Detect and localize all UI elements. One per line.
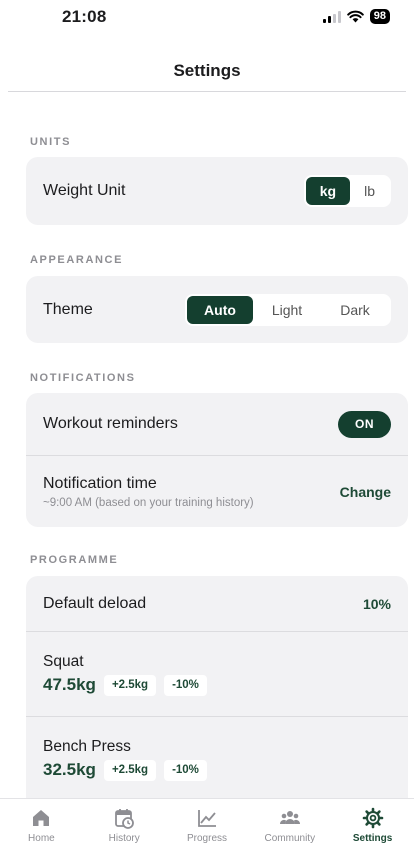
programme-card: Default deload 10% Squat 47.5kg +2.5kg -…	[26, 576, 408, 816]
exercise-name: Bench Press	[43, 737, 131, 755]
people-icon	[279, 811, 300, 824]
tab-label-progress: Progress	[186, 833, 227, 844]
header-divider	[8, 91, 406, 92]
gear-icon	[362, 807, 383, 829]
exercise-details: 32.5kg +2.5kg -10%	[43, 759, 207, 781]
tab-label-history: History	[108, 833, 140, 844]
default-deload-value: 10%	[362, 595, 391, 612]
section-label-programme: PROGRAMME	[30, 554, 119, 566]
status-bar: 21:08 98	[0, 0, 414, 44]
chart-line-icon	[198, 810, 216, 827]
theme-option-dark[interactable]: Dark	[321, 296, 389, 324]
exercise-weight: 47.5kg	[43, 675, 96, 694]
cellular-signal-icon	[322, 10, 341, 23]
default-deload-row[interactable]: Default deload 10%	[26, 576, 408, 631]
notification-time-subtitle: ~9:00 AM (based on your training history…	[43, 496, 254, 509]
section-label-appearance: APPEARANCE	[30, 254, 124, 266]
deload-chip[interactable]: -10%	[164, 674, 207, 696]
weight-unit-row: Weight Unit kg lb	[26, 157, 408, 225]
increment-chip[interactable]: +2.5kg	[103, 674, 157, 696]
theme-label: Theme	[43, 300, 93, 318]
workout-reminders-toggle[interactable]: ON	[338, 410, 391, 438]
tab-home[interactable]: Home	[0, 799, 83, 849]
exercise-row-bench-press[interactable]: Bench Press 32.5kg +2.5kg -10%	[26, 716, 408, 801]
notification-time-label: Notification time	[43, 474, 157, 492]
notification-time-text: Notification time ~9:00 AM (based on you…	[43, 475, 254, 509]
home-icon	[33, 810, 50, 826]
exercise-row-squat[interactable]: Squat 47.5kg +2.5kg -10%	[26, 631, 408, 716]
tab-label-community: Community	[264, 833, 316, 844]
tab-label-settings: Settings	[352, 833, 393, 844]
change-notification-time-button[interactable]: Change	[340, 484, 391, 500]
exercise-name: Squat	[43, 652, 84, 670]
increment-chip[interactable]: +2.5kg	[103, 759, 157, 781]
weight-unit-selector: kg lb	[303, 175, 391, 207]
tab-community[interactable]: Community	[248, 799, 331, 849]
theme-option-auto[interactable]: Auto	[187, 295, 253, 324]
default-deload-label: Default deload	[43, 594, 147, 612]
section-label-notifications: NOTIFICATIONS	[30, 372, 136, 384]
nav-header: Settings	[0, 44, 414, 92]
units-card: Weight Unit kg lb	[26, 157, 408, 225]
status-icons: 98	[322, 9, 390, 24]
workout-reminders-label: Workout reminders	[43, 415, 178, 432]
tab-bar: Home History Progress Community Settings	[0, 798, 414, 849]
notification-time-row: Notification time ~9:00 AM (based on you…	[26, 455, 408, 527]
page-title: Settings	[173, 61, 241, 80]
calendar-clock-icon	[115, 809, 135, 829]
battery-indicator: 98	[369, 9, 390, 24]
tab-settings[interactable]: Settings	[331, 799, 414, 849]
status-time: 21:08	[62, 7, 107, 26]
weight-unit-option-lb[interactable]: lb	[350, 177, 389, 205]
notifications-card: Workout reminders ON Notification time ~…	[26, 393, 408, 527]
deload-chip[interactable]: -10%	[164, 759, 207, 781]
section-label-units: UNITS	[30, 136, 71, 148]
tab-label-home: Home	[28, 833, 55, 844]
workout-reminders-row: Workout reminders ON	[26, 393, 408, 455]
tab-progress[interactable]: Progress	[166, 799, 249, 849]
weight-unit-label: Weight Unit	[43, 182, 126, 199]
theme-option-light[interactable]: Light	[253, 296, 321, 324]
appearance-card: Theme Auto Light Dark	[26, 276, 408, 343]
wifi-icon	[346, 10, 364, 23]
exercise-weight: 32.5kg	[43, 760, 96, 779]
theme-selector: Auto Light Dark	[185, 293, 391, 326]
tab-history[interactable]: History	[83, 799, 166, 849]
theme-row: Theme Auto Light Dark	[26, 276, 408, 343]
exercise-details: 47.5kg +2.5kg -10%	[43, 674, 207, 696]
weight-unit-option-kg[interactable]: kg	[305, 177, 351, 205]
